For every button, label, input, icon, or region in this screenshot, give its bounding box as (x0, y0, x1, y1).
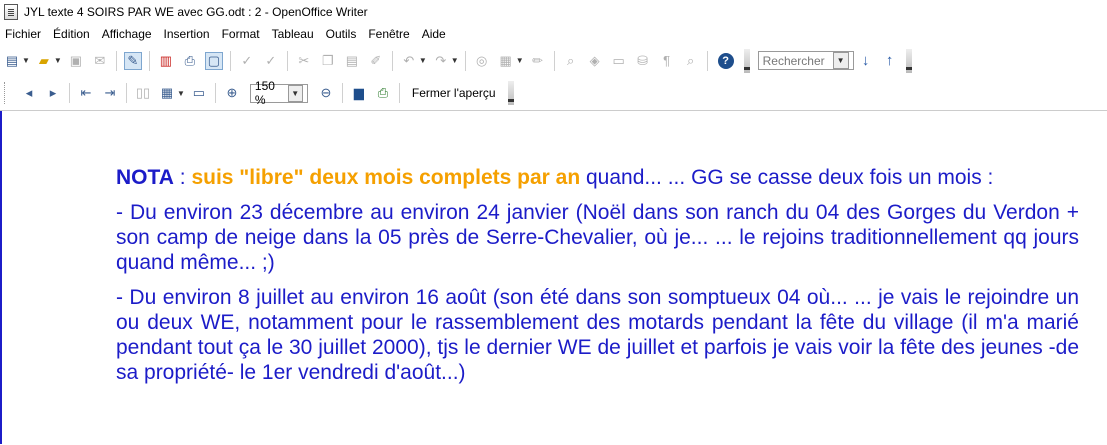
zoom-select[interactable]: 150 % ▼ (249, 79, 308, 107)
zoom-value: 150 % (254, 79, 275, 107)
search-placeholder: Rechercher (762, 53, 825, 68)
edit-mode-icon[interactable]: ✎ (123, 51, 142, 70)
chevron-down-icon[interactable]: ▼ (287, 84, 303, 102)
separator (214, 83, 216, 103)
hyperlink-icon[interactable]: ◎ (473, 52, 491, 70)
multiple-pages-icon[interactable]: ▦ (158, 84, 176, 102)
zoom-out-icon[interactable]: ⊖ (317, 84, 335, 102)
menu-edition[interactable]: Édition (53, 27, 90, 41)
separator (553, 50, 555, 71)
next-page-icon[interactable]: ▸ (44, 84, 62, 102)
writer-app-icon (4, 4, 18, 20)
separator (69, 83, 70, 103)
menu-insertion[interactable]: Insertion (164, 27, 210, 41)
email-icon[interactable]: ✉ (91, 52, 109, 70)
redo-dropdown-icon[interactable]: ▼ (451, 56, 459, 65)
separator (286, 50, 288, 71)
undo-dropdown-icon[interactable]: ▼ (419, 56, 427, 65)
book-preview-icon[interactable]: ▭ (190, 84, 208, 102)
chevron-down-icon[interactable]: ▼ (832, 52, 849, 69)
cut-icon[interactable]: ✂ (295, 52, 313, 70)
data-sources-icon[interactable]: ⛁ (634, 52, 652, 70)
last-page-icon[interactable]: ⇥ (101, 84, 119, 102)
close-preview-button[interactable]: Fermer l'aperçu (412, 86, 496, 100)
separator (398, 83, 400, 103)
print-preview-icon[interactable]: ⎙ (374, 84, 392, 102)
window-title: JYL texte 4 SOIRS PAR WE avec GG.odt : 2… (24, 5, 368, 19)
full-screen-icon[interactable]: ▆ (350, 84, 368, 102)
find-previous-icon[interactable]: ↑ (881, 52, 899, 70)
new-document-icon[interactable]: ▤ (3, 52, 21, 70)
page-preview-icon[interactable]: ▢ (204, 51, 223, 70)
undo-icon[interactable]: ↶ (400, 52, 418, 70)
navigator-icon[interactable]: ◈ (586, 52, 604, 70)
table-icon[interactable]: ▦ (497, 52, 515, 70)
separator (706, 50, 708, 71)
nota-colon: : (173, 166, 192, 189)
menu-fenetre[interactable]: Fenêtre (368, 27, 409, 41)
paragraph-december: - Du environ 23 décembre au environ 24 j… (116, 201, 1079, 274)
spellcheck-icon[interactable]: ✓ (238, 52, 256, 70)
two-pages-icon[interactable]: ▯▯ (134, 84, 152, 102)
nonprinting-chars-icon[interactable]: ¶ (658, 52, 676, 70)
separator (464, 50, 466, 71)
paragraph-july: - Du environ 8 juillet au environ 16 aoû… (116, 286, 1079, 384)
menu-aide[interactable]: Aide (422, 27, 446, 41)
previous-page-icon[interactable]: ◂ (20, 84, 38, 102)
menu-affichage[interactable]: Affichage (102, 27, 152, 41)
toolbar-grip[interactable] (743, 48, 750, 73)
paste-icon[interactable]: ▤ (343, 52, 361, 70)
redo-icon[interactable]: ↷ (432, 52, 450, 70)
zoom-in-icon[interactable]: ⊕ (223, 84, 241, 102)
save-icon[interactable]: ▣ (67, 52, 85, 70)
print-icon[interactable]: ⎙ (181, 52, 199, 70)
copy-icon[interactable]: ❐ (319, 52, 337, 70)
draw-functions-icon[interactable]: ✏ (529, 52, 547, 70)
separator (115, 50, 117, 71)
separator (126, 83, 127, 103)
menu-fichier[interactable]: Fichier (5, 27, 41, 41)
preview-toolbar: ◂ ▸ ⇤ ⇥ ▯▯ ▦ ▼ ▭ ⊕ 150 % ▼ ⊖ ▆ ⎙ Fermer l… (0, 78, 1107, 108)
toolbar-grip[interactable] (507, 81, 514, 105)
separator (148, 50, 150, 71)
multiple-pages-dropdown-icon[interactable]: ▼ (177, 89, 185, 98)
toolbar-handle[interactable] (4, 82, 13, 104)
document-page: NOTA : suis "libre" deux mois complets p… (116, 165, 1079, 395)
open-dropdown-icon[interactable]: ▼ (54, 56, 62, 65)
menu-outils[interactable]: Outils (326, 27, 357, 41)
toolbar-grip[interactable] (905, 48, 912, 73)
menu-bar: Fichier Édition Affichage Insertion Form… (0, 24, 1107, 44)
standard-toolbar: ▤ ▼ ▰ ▼ ▣ ✉ ✎ ▥ ⎙ ▢ ✓ ✓ ✂ ❐ ▤ ✐ ↶ ▼ ↷ ▼ ◎ ▦ ▼… (0, 44, 1107, 77)
paragraph-nota: NOTA : suis "libre" deux mois complets p… (116, 165, 1079, 190)
zoom-icon[interactable]: ⌕ (682, 52, 700, 70)
format-paintbrush-icon[interactable]: ✐ (367, 52, 385, 70)
page-left-border (0, 111, 2, 444)
separator (229, 50, 231, 71)
gallery-icon[interactable]: ▭ (610, 52, 628, 70)
nota-label: NOTA (116, 166, 174, 189)
help-icon[interactable]: ? (717, 52, 734, 69)
open-folder-icon[interactable]: ▰ (35, 52, 53, 70)
table-dropdown-icon[interactable]: ▼ (516, 56, 524, 65)
first-page-icon[interactable]: ⇤ (77, 84, 95, 102)
export-pdf-icon[interactable]: ▥ (157, 52, 175, 70)
nota-rest: quand... ... GG se casse deux fois un mo… (580, 166, 994, 189)
separator (391, 50, 393, 71)
search-box[interactable]: Rechercher ▼ (757, 51, 854, 70)
new-dropdown-icon[interactable]: ▼ (22, 56, 30, 65)
menu-tableau[interactable]: Tableau (272, 27, 314, 41)
separator (341, 83, 343, 103)
find-next-icon[interactable]: ↓ (857, 52, 875, 70)
find-replace-icon[interactable]: ⌕ (562, 52, 580, 70)
menu-format[interactable]: Format (222, 27, 260, 41)
title-bar: JYL texte 4 SOIRS PAR WE avec GG.odt : 2… (0, 0, 1107, 24)
autospellcheck-icon[interactable]: ✓ (262, 52, 280, 70)
highlight-text: suis "libre" deux mois complets par an (191, 166, 581, 189)
